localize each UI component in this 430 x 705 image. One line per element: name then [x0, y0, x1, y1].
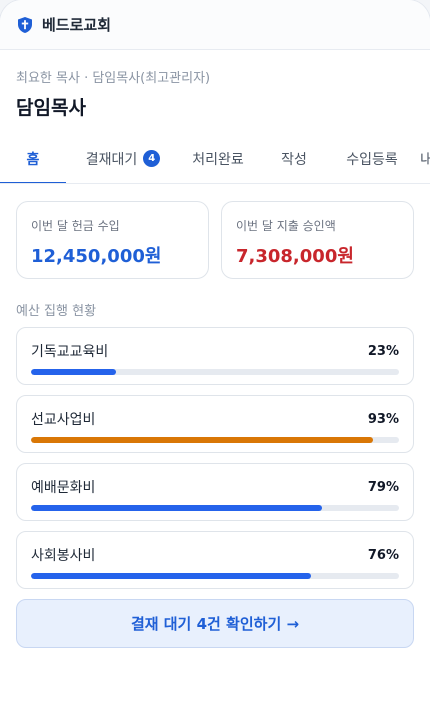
monthly-stats: 이번 달 헌금 수입 12,450,000원 이번 달 지출 승인액 7,308…: [0, 184, 430, 279]
pending-count-badge: 4: [143, 150, 161, 167]
budget-progress-track: [31, 573, 399, 579]
tab-bar: 홈 결재대기 4 처리완료 작성 수입등록 내: [0, 134, 430, 184]
budget-name: 선교사업비: [31, 412, 96, 428]
top-bar: 베드로교회: [0, 0, 430, 50]
budget-name: 기독교교육비: [31, 344, 109, 360]
budget-progress-fill: [31, 369, 116, 375]
tab-label: 작성: [281, 151, 307, 168]
pending-approval-button-label: 결재 대기 4건 확인하기 →: [130, 615, 300, 633]
budget-item-social-service[interactable]: 사회봉사비 76%: [16, 531, 414, 589]
budget-progress-fill: [31, 505, 322, 511]
tab-label: 홈: [26, 151, 40, 168]
tab-write[interactable]: 작성: [260, 134, 328, 183]
tab-home[interactable]: 홈: [0, 134, 66, 183]
church-cross-shield-icon: [16, 16, 34, 34]
income-value: 12,450,000원: [31, 246, 162, 267]
income-card: 이번 달 헌금 수입 12,450,000원: [16, 201, 209, 279]
budget-item-education[interactable]: 기독교교육비 23%: [16, 327, 414, 385]
tab-label: 내: [420, 149, 430, 169]
expense-value: 7,308,000원: [236, 246, 354, 267]
budget-item-mission[interactable]: 선교사업비 93%: [16, 395, 414, 453]
tab-label: 처리완료: [192, 151, 244, 168]
budget-list: 기독교교육비 23% 선교사업비 93% 예배문화비 79% 사회봉사비 76%: [0, 319, 430, 589]
income-label: 이번 달 헌금 수입: [31, 219, 120, 233]
budget-percent: 23%: [367, 343, 399, 359]
page-title: 담임목사: [16, 97, 86, 119]
budget-progress-fill: [31, 573, 311, 579]
pending-approval-button[interactable]: 결재 대기 4건 확인하기 →: [16, 599, 414, 648]
expense-label: 이번 달 지출 승인액: [236, 219, 336, 233]
user-role-text: 최요한 목사 · 담임목사(최고관리자): [16, 71, 211, 86]
budget-progress-track: [31, 437, 399, 443]
budget-name: 예배문화비: [31, 480, 96, 496]
tab-label: 수입등록: [346, 151, 398, 168]
budget-name: 사회봉사비: [31, 548, 96, 564]
tab-completed[interactable]: 처리완료: [176, 134, 260, 183]
app-name: 베드로교회: [42, 16, 112, 34]
expense-card: 이번 달 지출 승인액 7,308,000원: [221, 201, 414, 279]
tab-pending-approval[interactable]: 결재대기 4: [70, 134, 176, 183]
budget-percent: 93%: [367, 411, 399, 427]
budget-percent: 79%: [367, 479, 399, 495]
tab-label: 결재대기: [85, 151, 138, 168]
budget-progress-fill: [31, 437, 374, 443]
tab-more[interactable]: 내: [416, 134, 430, 183]
budget-item-worship[interactable]: 예배문화비 79%: [16, 463, 414, 521]
budget-percent: 76%: [367, 547, 399, 563]
budget-progress-track: [31, 369, 399, 375]
budget-progress-track: [31, 505, 399, 511]
tab-income-register[interactable]: 수입등록: [328, 134, 416, 183]
budget-section-title: 예산 집행 현황: [16, 304, 97, 319]
page-header: 최요한 목사 · 담임목사(최고관리자) 담임목사: [0, 50, 430, 120]
app-screen: 베드로교회 최요한 목사 · 담임목사(최고관리자) 담임목사 홈 결재대기 4…: [0, 0, 430, 705]
